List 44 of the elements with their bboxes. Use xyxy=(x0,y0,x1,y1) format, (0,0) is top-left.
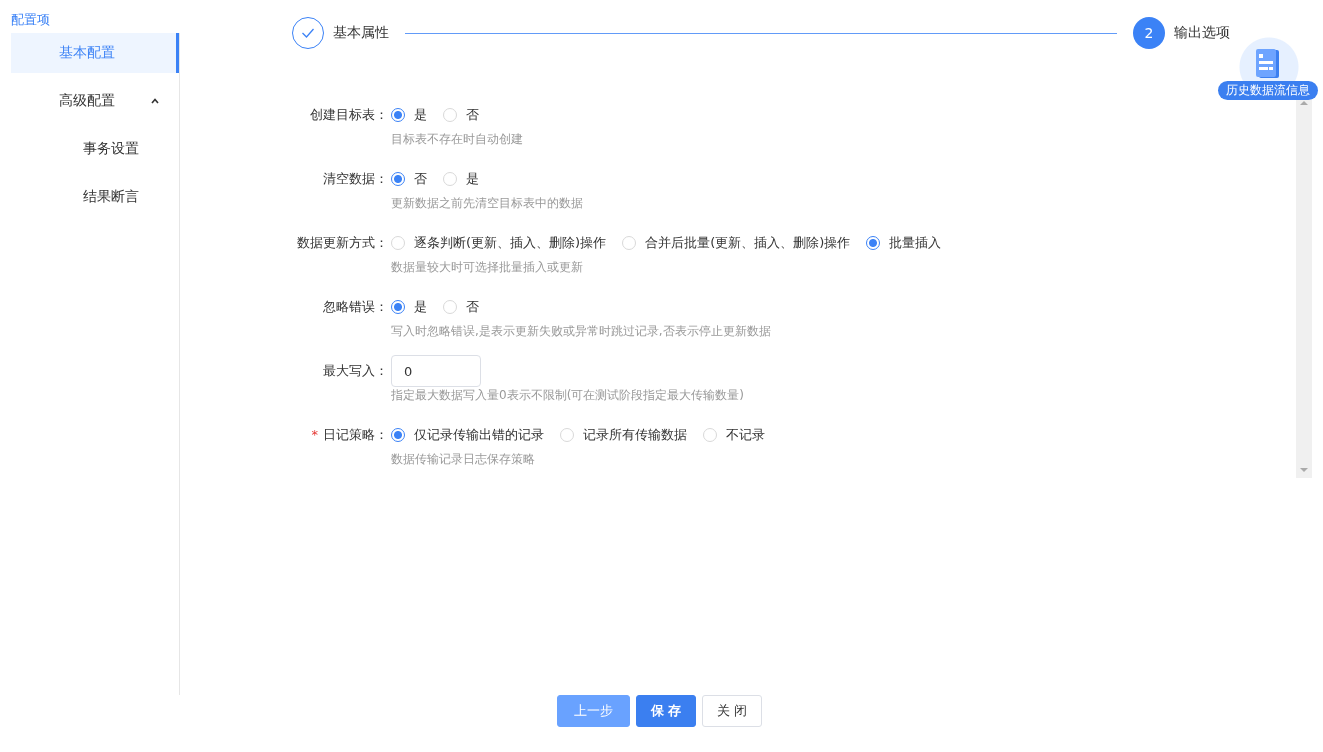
sidebar-item[interactable]: 结果断言 xyxy=(11,177,179,217)
field-label: 日记策略： xyxy=(323,427,388,442)
input-field[interactable]: 0 xyxy=(391,355,481,387)
radio-option[interactable]: 合并后批量(更新、插入、删除)操作 xyxy=(622,234,851,252)
step-label: 基本属性 xyxy=(333,24,389,42)
field-hint: 写入时忽略错误,是表示更新失败或异常时跳过记录,否表示停止更新数据 xyxy=(390,323,772,340)
radio-button[interactable] xyxy=(391,300,405,314)
save-button[interactable]: 保 存 xyxy=(635,695,697,727)
required-mark: * xyxy=(311,427,318,442)
step-number: 2 xyxy=(1133,17,1165,49)
radio-option[interactable]: 否 xyxy=(443,106,479,124)
radio-option[interactable]: 否 xyxy=(443,298,479,316)
radio-option[interactable]: 否 xyxy=(391,170,427,188)
radio-option[interactable]: 是 xyxy=(391,106,427,124)
radio-option[interactable]: 逐条判断(更新、插入、删除)操作 xyxy=(391,234,607,252)
document-icon[interactable] xyxy=(1256,49,1282,79)
caret-up-icon[interactable] xyxy=(151,98,159,104)
field-label: 最大写入： xyxy=(323,363,388,378)
scroll-down-icon[interactable] xyxy=(1300,467,1308,473)
radio-button[interactable] xyxy=(391,172,405,186)
history-label[interactable]: 历史数据流信息 xyxy=(1218,81,1318,100)
radio-button[interactable] xyxy=(866,236,881,250)
field-label: 忽略错误： xyxy=(323,299,388,314)
field-hint: 目标表不存在时自动创建 xyxy=(390,131,524,148)
radio-option[interactable]: 是 xyxy=(391,298,427,316)
sidebar-item[interactable]: 事务设置 xyxy=(11,129,179,169)
radio-option[interactable]: 不记录 xyxy=(703,426,765,444)
field-hint: 更新数据之前先清空目标表中的数据 xyxy=(390,195,584,212)
sidebar-title: 配置项 xyxy=(10,11,51,29)
radio-option[interactable]: 记录所有传输数据 xyxy=(560,426,687,444)
field-label: 清空数据： xyxy=(323,171,388,186)
field-hint: 数据传输记录日志保存策略 xyxy=(390,451,536,468)
radio-option[interactable]: 是 xyxy=(443,170,479,188)
field-label: 创建目标表： xyxy=(310,107,388,122)
radio-option[interactable]: 批量插入 xyxy=(866,234,942,252)
field-hint: 数据量较大时可选择批量插入或更新 xyxy=(390,259,584,276)
sidebar-item[interactable]: 基本配置 xyxy=(11,33,179,73)
field-label: 数据更新方式： xyxy=(297,235,388,250)
close-button[interactable]: 关 闭 xyxy=(702,695,763,727)
radio-button[interactable] xyxy=(391,108,405,122)
sidebar-item[interactable]: 高级配置 xyxy=(11,81,179,121)
field-hint: 指定最大数据写入量0表示不限制(可在测试阶段指定最大传输数量) xyxy=(390,387,745,404)
radio-button[interactable] xyxy=(391,428,405,442)
radio-option[interactable]: 仅记录传输出错的记录 xyxy=(391,426,544,444)
